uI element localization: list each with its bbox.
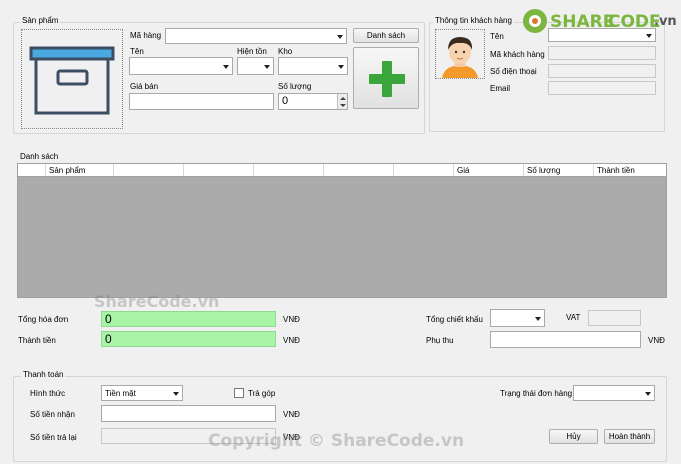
customer-name-label: Tên (490, 32, 504, 41)
invoice-total-field: 0 (101, 311, 276, 327)
customer-email-field (548, 81, 656, 95)
quantity-value: 0 (282, 95, 289, 107)
amount-unit: VNĐ (283, 336, 300, 345)
customer-phone-label: Số điện thoại (490, 67, 537, 76)
change-label: Số tiền trả lại (30, 433, 77, 442)
invoice-total-value: 0 (105, 312, 112, 326)
surcharge-label: Phụ thu (426, 336, 454, 345)
customer-group-title: Thông tin khách hàng (433, 16, 514, 25)
grid-col-amount[interactable]: Thành tiền (594, 164, 666, 176)
vat-field (588, 310, 641, 326)
product-grid-body[interactable] (17, 177, 667, 298)
product-code-combo[interactable] (165, 28, 347, 44)
installment-checkbox[interactable] (234, 388, 244, 398)
quantity-stepper[interactable]: 0 (278, 93, 348, 110)
amount-field: 0 (101, 331, 276, 347)
surcharge-input[interactable] (490, 331, 641, 348)
cancel-button[interactable]: Hủy (549, 429, 598, 444)
product-name-label: Tên (130, 47, 144, 56)
stock-combo[interactable] (237, 57, 274, 75)
price-input[interactable] (129, 93, 274, 110)
received-unit: VNĐ (283, 410, 300, 419)
sharecode-logo: SHARE CODE .vn (522, 8, 677, 36)
payment-method-value: Tiền mặt (105, 389, 136, 398)
watermark-bottom: Copyright © ShareCode.vn (208, 431, 465, 451)
surcharge-unit: VNĐ (648, 336, 665, 345)
logo-text-share: SHARE (550, 12, 615, 32)
logo-swirl-icon (523, 9, 547, 33)
quantity-spin[interactable] (337, 94, 347, 109)
grid-col-3[interactable] (184, 164, 254, 176)
invoice-total-label: Tổng hóa đơn (18, 315, 69, 324)
grid-col-6[interactable] (394, 164, 454, 176)
discount-combo[interactable] (490, 309, 545, 327)
order-status-combo[interactable] (573, 385, 655, 401)
product-code-label: Mã hàng (130, 31, 162, 40)
watermark-center: ShareCode.vn (94, 292, 220, 311)
customer-email-label: Email (490, 84, 511, 93)
product-list-button[interactable]: Danh sách (353, 28, 419, 43)
installment-label: Trả góp (248, 389, 276, 398)
received-input[interactable] (101, 405, 276, 422)
received-label: Số tiền nhận (30, 410, 75, 419)
logo-text-domain: .vn (654, 14, 677, 29)
quantity-label: Số lượng (278, 82, 312, 91)
list-group-title: Danh sách (20, 152, 59, 161)
product-name-combo[interactable] (129, 57, 233, 75)
grid-col-product[interactable]: Sản phẩm (46, 164, 114, 176)
order-status-label: Trạng thái đơn hàng (500, 389, 573, 398)
customer-avatar[interactable] (435, 29, 485, 79)
payment-method-combo[interactable]: Tiền mặt (101, 385, 183, 401)
product-grid-header: Sản phẩm Giá Số lượng Thành tiền (17, 163, 667, 177)
grid-col-4[interactable] (254, 164, 324, 176)
stock-label: Hiện tồn (237, 47, 267, 56)
customer-code-label: Mã khách hàng (490, 50, 545, 59)
user-avatar-icon (442, 37, 478, 78)
payment-group-title: Thanh toán (21, 370, 66, 379)
grid-col-5[interactable] (324, 164, 394, 176)
warehouse-label: Kho (278, 47, 293, 56)
payment-method-label: Hình thức (30, 389, 66, 398)
logo-text-code: CODE (608, 12, 661, 32)
complete-button[interactable]: Hoàn thành (604, 429, 655, 444)
customer-code-field (548, 46, 656, 60)
customer-phone-field (548, 64, 656, 78)
grid-col-2[interactable] (114, 164, 184, 176)
grid-col-rowheader[interactable] (18, 164, 46, 176)
grid-col-price[interactable]: Giá (454, 164, 524, 176)
product-group-title: Sản phẩm (20, 16, 61, 25)
amount-label: Thành tiền (18, 336, 56, 345)
grid-col-quantity[interactable]: Số lượng (524, 164, 594, 176)
product-image[interactable] (21, 29, 123, 129)
vat-label: VAT (566, 313, 581, 322)
invoice-total-unit: VNĐ (283, 315, 300, 324)
discount-label: Tổng chiết khấu (426, 315, 483, 324)
warehouse-combo[interactable] (278, 57, 348, 75)
plus-icon (369, 61, 405, 97)
price-label: Giá bán (130, 82, 159, 91)
amount-value: 0 (105, 332, 112, 346)
add-product-button[interactable] (353, 47, 419, 109)
archive-box-icon (29, 46, 115, 115)
